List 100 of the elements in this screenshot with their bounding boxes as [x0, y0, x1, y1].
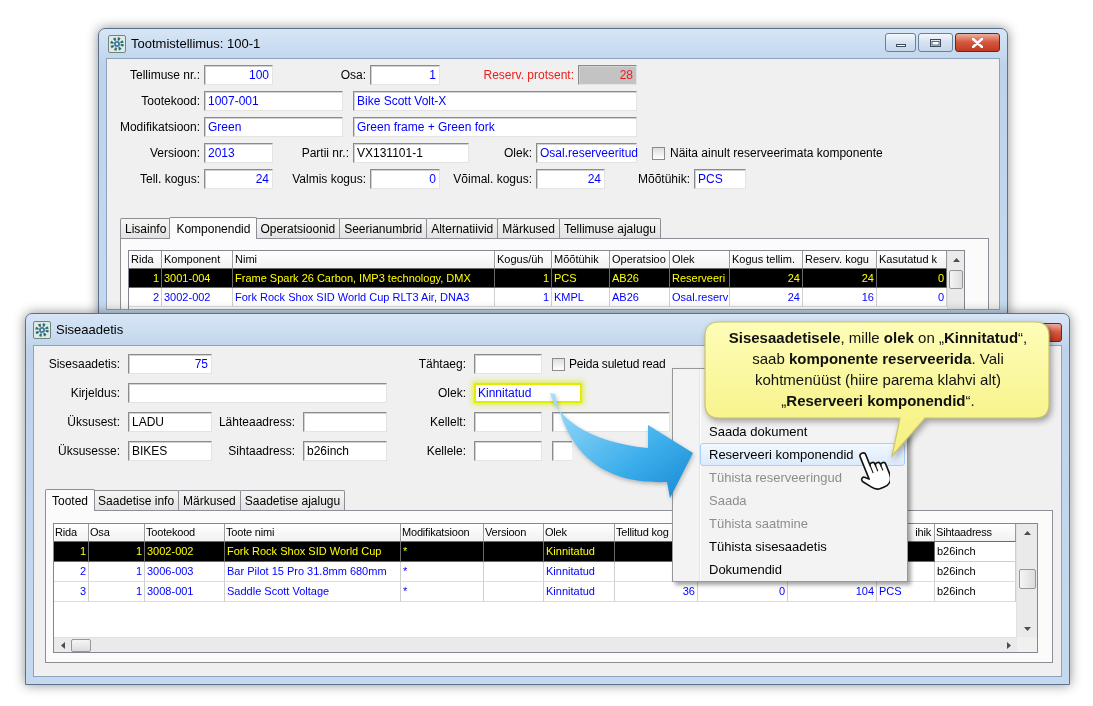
- scroll-right-arrow-icon[interactable]: [1006, 641, 1011, 649]
- input-field[interactable]: Kinnitatud: [474, 383, 582, 403]
- tab[interactable]: Märkused: [178, 490, 241, 510]
- table-cell: Osal.reserv: [670, 288, 730, 307]
- field-label: Versioon:: [149, 146, 200, 160]
- close-icon: [972, 37, 983, 48]
- field-label: Tootekood:: [141, 94, 200, 108]
- scroll-up-arrow-icon[interactable]: [1023, 530, 1031, 535]
- scroll-down-arrow-icon[interactable]: [1023, 626, 1031, 631]
- column-header[interactable]: Kogus/üh: [495, 251, 552, 269]
- table-row[interactable]: 1 3001-004 Frame Spark 26 Carbon, IMP3 technology, DMX 1 PCS AB26 Reserveeri 24 24 0: [129, 269, 947, 288]
- input-field[interactable]: Osal.reserveeritud: [536, 143, 637, 163]
- input-field[interactable]: 2013: [204, 143, 273, 163]
- column-header[interactable]: Kogus tellim.: [730, 251, 803, 269]
- column-header[interactable]: Olek: [670, 251, 730, 269]
- input-field[interactable]: Green frame + Green fork: [353, 117, 637, 137]
- input-field[interactable]: PCS: [694, 169, 746, 189]
- table-cell: 2: [129, 288, 162, 307]
- field-label: Reserv. protsent:: [483, 68, 574, 82]
- column-header[interactable]: Tootekood: [145, 524, 225, 542]
- column-header[interactable]: Operatsioo: [610, 251, 670, 269]
- column-header[interactable]: Nimi: [233, 251, 495, 269]
- input-field[interactable]: Green: [204, 117, 343, 137]
- field-label: Tellimuse nr.:: [129, 68, 200, 82]
- table-row[interactable]: 3 1 3008-001 Saddle Scott Voltage * Kinnitatud 36 0 104 PCS b26inch: [54, 582, 1016, 602]
- input-field[interactable]: b26inch: [303, 441, 387, 461]
- field-label: Sihtaadress:: [228, 444, 295, 458]
- gear-icon: [33, 320, 51, 339]
- input-field[interactable]: [474, 354, 542, 374]
- input-field[interactable]: 24: [204, 169, 273, 189]
- table-cell: AB26: [610, 288, 670, 307]
- table-row[interactable]: 2 3002-002 Fork Rock Shox SID World Cup RLT3 Air, DNA3 1 KMPL AB26 Osal.reserv 24 16 0: [129, 288, 947, 307]
- column-header[interactable]: Osa: [89, 524, 145, 542]
- input-field[interactable]: [303, 412, 387, 432]
- menu-item[interactable]: Reserveeri komponendid: [700, 443, 905, 466]
- tab[interactable]: Komponendid: [169, 217, 258, 239]
- close-button[interactable]: [955, 33, 1000, 52]
- tab[interactable]: Saadetise ajalugu: [239, 490, 346, 510]
- tab[interactable]: Märkused: [497, 218, 560, 238]
- column-header[interactable]: Kasutatud k: [877, 251, 947, 269]
- input-field[interactable]: [474, 412, 542, 432]
- tab[interactable]: Saadetise info: [93, 490, 180, 510]
- vertical-scrollbar[interactable]: [1016, 524, 1037, 637]
- table-cell: Kinnitatud: [544, 582, 615, 602]
- checkbox[interactable]: [552, 357, 565, 371]
- column-header[interactable]: Komponent: [162, 251, 233, 269]
- input-field[interactable]: 100: [204, 65, 273, 85]
- minimize-icon: [895, 44, 906, 47]
- table-cell: 3: [54, 582, 89, 602]
- scroll-up-arrow-icon[interactable]: [952, 257, 960, 262]
- field-label: Olek:: [504, 146, 532, 160]
- input-field[interactable]: [128, 383, 387, 403]
- column-header[interactable]: Toote nimi: [225, 524, 401, 542]
- input-field[interactable]: [552, 412, 670, 432]
- input-field[interactable]: BIKES: [128, 441, 212, 461]
- tab[interactable]: Seerianumbrid: [339, 218, 428, 238]
- horizontal-scrollbar[interactable]: [54, 637, 1017, 652]
- input-field[interactable]: LADU: [128, 412, 212, 432]
- table-cell: b26inch: [935, 542, 1016, 562]
- input-field[interactable]: 75: [128, 354, 212, 374]
- tab[interactable]: Tellimuse ajalugu: [558, 218, 661, 238]
- column-header[interactable]: Reserv. kogu: [803, 251, 877, 269]
- field-label: Sisesaadetis:: [48, 357, 120, 371]
- table-cell: 1: [89, 582, 145, 602]
- table-cell: 3002-002: [162, 288, 233, 307]
- column-header[interactable]: Olek: [544, 524, 615, 542]
- column-header[interactable]: Versioon: [484, 524, 544, 542]
- scrollbar-thumb[interactable]: [71, 638, 91, 652]
- scroll-left-arrow-icon[interactable]: [60, 641, 65, 649]
- field-label: Üksusesse:: [57, 444, 120, 458]
- maximize-button[interactable]: [918, 33, 953, 52]
- table-cell: 3008-001: [145, 582, 225, 602]
- column-header[interactable]: Rida: [129, 251, 162, 269]
- column-header[interactable]: Mõõtühik: [552, 251, 610, 269]
- input-field[interactable]: 1007-001: [204, 91, 343, 111]
- tab[interactable]: Lisainfo: [120, 218, 172, 238]
- tab[interactable]: Tooted: [45, 489, 96, 511]
- tab[interactable]: Operatsioonid: [255, 218, 341, 238]
- column-header[interactable]: Sihtaadress: [935, 524, 1016, 542]
- input-field[interactable]: 24: [536, 169, 605, 189]
- tab[interactable]: Alternatiivid: [426, 218, 499, 238]
- minimize-button[interactable]: [885, 33, 916, 52]
- input-field[interactable]: 0: [370, 169, 440, 189]
- scrollbar-thumb[interactable]: [949, 270, 963, 289]
- field-label: Modifikatsioon:: [119, 120, 200, 134]
- vertical-scrollbar[interactable]: [947, 251, 964, 309]
- field-label: Kirjeldus:: [70, 386, 120, 400]
- checkbox-label[interactable]: Näita ainult reserveerimata komponente: [670, 146, 883, 160]
- input-field[interactable]: [552, 441, 572, 461]
- input-field[interactable]: [474, 441, 542, 461]
- gear-icon: [108, 34, 126, 53]
- table-cell: 16: [803, 288, 877, 307]
- input-field[interactable]: VX131101-1: [353, 143, 469, 163]
- column-header[interactable]: Modifikatsioon: [401, 524, 484, 542]
- input-field[interactable]: 1: [370, 65, 440, 85]
- column-header[interactable]: Rida: [54, 524, 89, 542]
- scrollbar-thumb[interactable]: [1018, 569, 1036, 589]
- checkbox[interactable]: [652, 146, 665, 160]
- input-field[interactable]: Bike Scott Volt-X: [353, 91, 637, 111]
- checkbox-label[interactable]: Peida suletud read: [569, 357, 666, 371]
